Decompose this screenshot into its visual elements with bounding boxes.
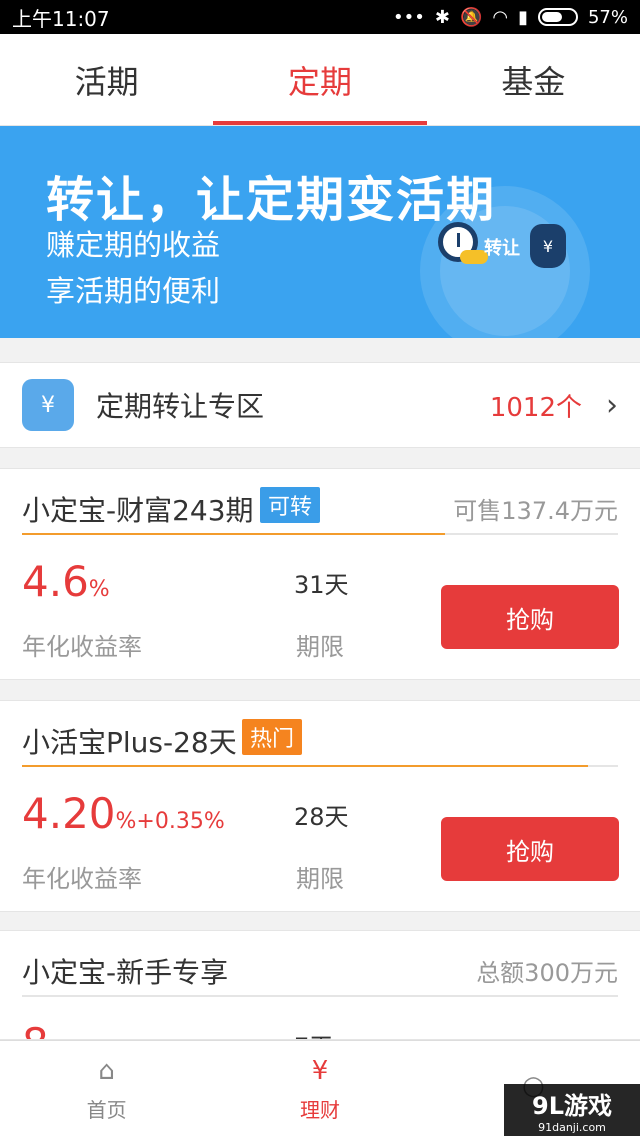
tabbar-item-home[interactable]: ⌂ 首页 bbox=[0, 1041, 213, 1136]
money-bag-icon: ¥ bbox=[530, 224, 566, 268]
product-card[interactable]: 小活宝Plus-28天 热门 4.20%+0.35% 年化收益率 28天 期限 … bbox=[0, 700, 640, 912]
annual-rate-suffix: % bbox=[88, 577, 110, 602]
signal-dots-icon: ••• bbox=[392, 6, 425, 28]
battery-percent: 57% bbox=[587, 6, 628, 28]
banner-line-1: 赚定期的收益 bbox=[46, 228, 221, 262]
banner-line-2: 享活期的便利 bbox=[46, 274, 221, 308]
banner-title: 转让，让定期变活期 bbox=[46, 172, 497, 228]
product-available: 可售137.4万元 bbox=[453, 497, 618, 525]
wifi-icon: ◠ bbox=[492, 6, 509, 28]
mute-icon: 🔕 bbox=[459, 6, 483, 28]
sale-progress bbox=[22, 533, 618, 535]
transfer-icon: ¥ bbox=[22, 379, 74, 431]
sale-progress bbox=[22, 765, 618, 767]
buy-button[interactable]: 抢购 bbox=[441, 817, 619, 881]
tabbar-item-finance[interactable]: ¥ 理财 bbox=[213, 1041, 426, 1136]
product-card[interactable]: 小定宝-新手专享 总额300万元 8% 7天 bbox=[0, 930, 640, 1040]
annual-rate-label: 年化收益率 bbox=[22, 633, 142, 661]
card-divider bbox=[22, 995, 618, 997]
status-bar: 上午11:07 ••• ✱ 🔕 ◠ ▮ 57% bbox=[0, 0, 640, 34]
home-icon: ⌂ bbox=[98, 1056, 115, 1086]
annual-rate-label: 年化收益率 bbox=[22, 865, 142, 893]
buy-button[interactable]: 抢购 bbox=[441, 585, 619, 649]
tabbar-label: 首页 bbox=[86, 1098, 127, 1122]
chevron-right-icon: › bbox=[606, 387, 618, 423]
product-card[interactable]: 小定宝-财富243期 可转 可售137.4万元 4.6% 年化收益率 31天 期… bbox=[0, 468, 640, 680]
watermark-logo: 9L游戏 91danji.com bbox=[504, 1084, 640, 1136]
transfer-zone-label: 定期转让专区 bbox=[96, 390, 265, 423]
transfer-zone-row[interactable]: ¥ 定期转让专区 1012个 › bbox=[0, 362, 640, 448]
tab-fixed-term[interactable]: 定期 bbox=[213, 34, 427, 125]
product-tag: 热门 bbox=[242, 719, 303, 755]
tab-current[interactable]: 活期 bbox=[0, 34, 213, 125]
annual-rate-value: 4.20 bbox=[22, 789, 116, 838]
product-total: 总额300万元 bbox=[476, 959, 618, 987]
wallet-icon: ¥ bbox=[311, 1056, 329, 1086]
term-value: 31天 bbox=[294, 571, 349, 599]
term-value: 28天 bbox=[294, 803, 349, 831]
transfer-zone-count: 1012个 bbox=[489, 392, 582, 423]
product-name: 小定宝-新手专享 bbox=[22, 956, 229, 989]
term-value: 7天 bbox=[294, 1027, 333, 1039]
cell-signal-icon: ▮ bbox=[518, 6, 528, 28]
product-name: 小定宝-财富243期 bbox=[22, 494, 254, 527]
watermark-title: 9L游戏 bbox=[532, 1092, 612, 1120]
annual-rate: 4.20%+0.35% bbox=[22, 789, 225, 838]
product-name: 小活宝Plus-28天 bbox=[22, 726, 237, 759]
sale-progress-fill bbox=[22, 533, 446, 535]
annual-rate-value: 8 bbox=[22, 1019, 49, 1039]
watermark-url: 91danji.com bbox=[538, 1121, 606, 1134]
status-icons: ••• ✱ 🔕 ◠ ▮ 57% bbox=[393, 7, 628, 28]
sale-progress-fill bbox=[22, 765, 589, 767]
annual-rate: 8% bbox=[22, 1019, 70, 1039]
status-time: 上午11:07 bbox=[12, 6, 110, 31]
term-label: 期限 bbox=[296, 865, 344, 893]
annual-rate: 4.6% bbox=[22, 557, 110, 606]
banner-badge: 转让 bbox=[484, 238, 520, 259]
product-tag: 可转 bbox=[260, 487, 321, 523]
battery-icon bbox=[537, 8, 578, 26]
term-label: 期限 bbox=[296, 633, 344, 661]
tabbar-label: 理财 bbox=[299, 1098, 340, 1122]
tab-funds[interactable]: 基金 bbox=[427, 34, 640, 125]
product-tabs: 活期 定期 基金 bbox=[0, 34, 640, 126]
annual-rate-value: 4.6 bbox=[22, 557, 89, 606]
annual-rate-suffix: %+0.35% bbox=[115, 809, 225, 834]
bluetooth-icon: ✱ bbox=[434, 6, 450, 28]
